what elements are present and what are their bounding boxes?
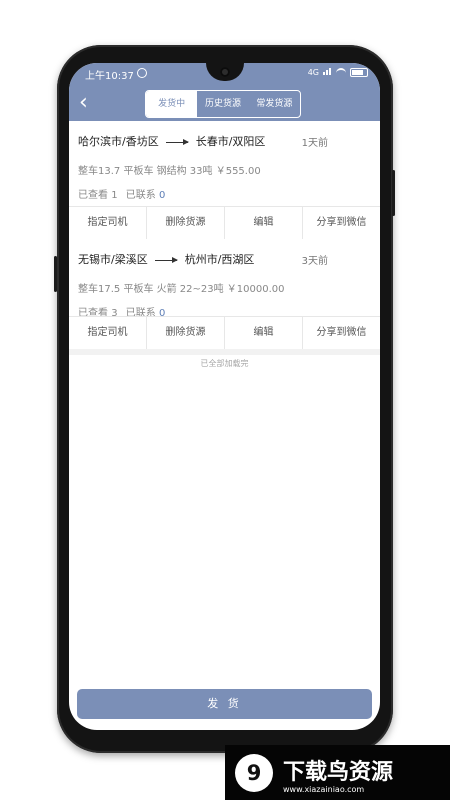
tab-history[interactable]: 历史货源: [197, 91, 248, 117]
viewed-label: 已查看: [78, 190, 108, 201]
signal-label: 4G: [307, 68, 319, 77]
all-loaded-text: 已全部加载完: [200, 359, 249, 368]
volume-button: [54, 256, 57, 292]
edit-button[interactable]: 编辑: [225, 317, 303, 349]
card-actions: 指定司机 删除货源 编辑 分享到微信: [69, 206, 380, 239]
camera-icon: [220, 67, 230, 77]
back-icon[interactable]: ‹: [79, 92, 101, 114]
share-wechat-button[interactable]: 分享到微信: [303, 317, 380, 349]
brand-site: www.xiazainiao.com: [283, 785, 365, 794]
shipment-card-1[interactable]: 哈尔滨市/香坊区 长春市/双阳区 1天前 整车13.7 平板车 钢结构 33吨 …: [69, 121, 380, 245]
contacted-count: 0: [158, 190, 166, 201]
route-from: 哈尔滨市/香坊区: [78, 135, 159, 148]
shipment-card-2[interactable]: 无锡市/梁溪区 杭州市/西湖区 3天前 整车17.5 平板车 火箭 22~23吨…: [69, 239, 380, 355]
arrow-right-icon: [166, 138, 190, 145]
posted-ago: 1天前: [301, 138, 328, 149]
power-button: [392, 170, 395, 216]
ship-button[interactable]: 发 货: [77, 689, 372, 719]
status-icons: 4G: [308, 68, 368, 77]
wifi-icon: [336, 68, 346, 77]
assign-driver-button[interactable]: 指定司机: [69, 207, 147, 239]
route: 无锡市/梁溪区 杭州市/西湖区: [78, 251, 254, 267]
status-time: 上午10:37: [85, 71, 134, 82]
shipment-details: 整车17.5 平板车 火箭 22~23吨 ￥10000.00: [78, 284, 285, 295]
alarm-icon: [137, 68, 147, 78]
delete-source-button[interactable]: 删除货源: [147, 317, 225, 349]
route: 哈尔滨市/香坊区 长春市/双阳区: [78, 133, 265, 149]
tab-group: 发货中 历史货源 常发货源: [145, 90, 301, 118]
viewed-count: 1: [111, 190, 118, 201]
brand-logo-icon: 9: [235, 753, 273, 792]
shipment-details: 整车13.7 平板车 钢结构 33吨 ￥555.00: [78, 166, 261, 177]
assign-driver-button[interactable]: 指定司机: [69, 317, 147, 349]
posted-ago: 3天前: [301, 256, 328, 267]
tab-sending[interactable]: 发货中: [146, 91, 198, 117]
app-screen: 上午10:37 4G ‹ 发货中 历史货源 常发货源 哈尔滨市/香坊区 长春市/…: [69, 63, 380, 730]
share-wechat-button[interactable]: 分享到微信: [303, 207, 380, 239]
delete-source-button[interactable]: 删除货源: [147, 207, 225, 239]
contacted-label: 已联系: [125, 190, 156, 201]
route-from: 无锡市/梁溪区: [78, 253, 148, 266]
tab-frequent[interactable]: 常发货源: [249, 91, 300, 117]
battery-icon: [350, 68, 368, 77]
route-to: 杭州市/西湖区: [184, 253, 255, 266]
brand-name: 下载鸟资源: [283, 760, 394, 785]
card-actions: 指定司机 删除货源 编辑 分享到微信: [69, 316, 380, 349]
top-nav: ‹ 发货中 历史货源 常发货源: [69, 85, 380, 121]
route-to: 长春市/双阳区: [195, 135, 266, 148]
arrow-right-icon: [155, 256, 179, 263]
edit-button[interactable]: 编辑: [225, 207, 303, 239]
shipment-stats: 已查看 1 已联系 0: [78, 186, 165, 201]
signal-icon: [323, 68, 332, 77]
